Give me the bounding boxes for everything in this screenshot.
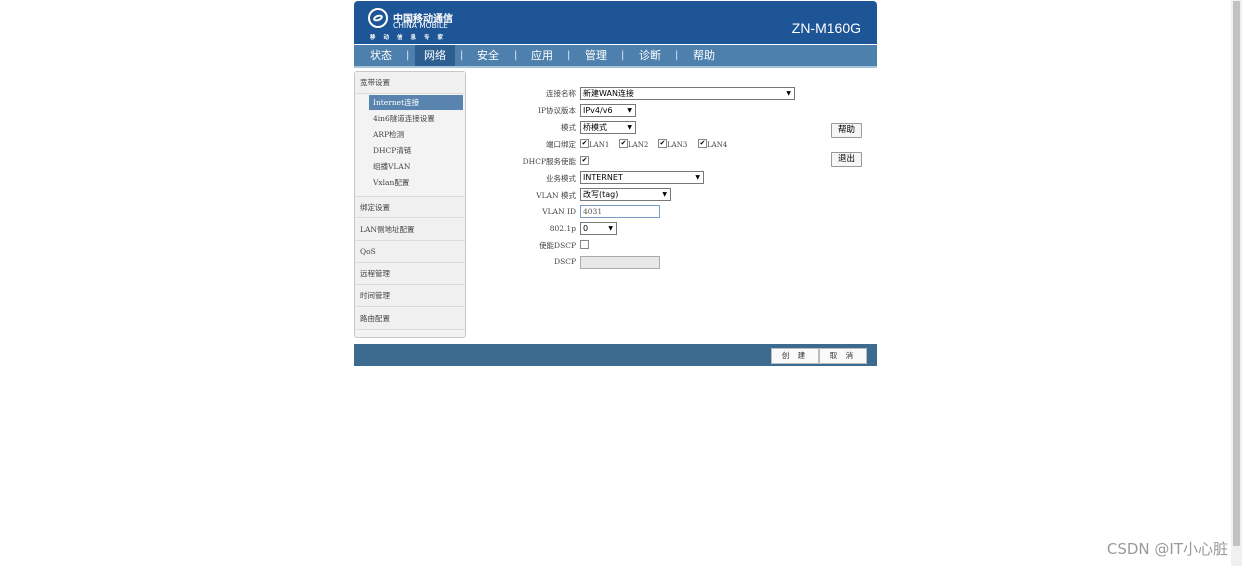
lan4-checkbox[interactable]: ✔ <box>698 139 707 148</box>
nav-status[interactable]: 状态 <box>361 45 401 66</box>
lan3-checkbox[interactable]: ✔ <box>658 139 667 148</box>
nav-separator: | <box>460 50 464 61</box>
chevron-down-icon: ▼ <box>627 107 632 114</box>
vertical-scrollbar[interactable] <box>1231 0 1242 566</box>
mode-label: 模式 <box>561 123 576 132</box>
connection-name-label: 连接名称 <box>546 89 576 98</box>
lan1-checkbox[interactable]: ✔ <box>580 139 589 148</box>
connection-name-select[interactable]: 新建WAN连接 ▼ <box>580 87 795 100</box>
chevron-down-icon: ▼ <box>786 90 791 97</box>
dscp-enable-label: 使能DSCP <box>539 241 576 250</box>
csdn-watermark: CSDN @IT小心脏 <box>1106 540 1228 558</box>
vlan-mode-value: 改写(tag) <box>583 190 619 199</box>
ip-version-value: IPv4/v6 <box>583 106 613 115</box>
chevron-down-icon: ▼ <box>608 225 613 232</box>
sidebar-subitem-multicast-vlan[interactable]: 组播VLAN <box>369 159 463 174</box>
sidebar-item-binding[interactable]: 绑定设置 <box>355 196 465 218</box>
dhcp-enable-checkbox[interactable]: ✔ <box>580 156 589 165</box>
lan2-checkbox[interactable]: ✔ <box>619 139 628 148</box>
port-binding-label: 端口绑定 <box>546 140 576 149</box>
nav-separator: | <box>621 50 625 61</box>
nav-separator: | <box>514 50 518 61</box>
help-button[interactable]: 帮助 <box>831 123 862 138</box>
sidebar-item-qos[interactable]: QoS <box>355 241 465 263</box>
device-model: ZN-M160G <box>791 20 861 36</box>
mode-value: 桥模式 <box>583 123 607 132</box>
logout-button[interactable]: 退出 <box>831 152 862 167</box>
create-button[interactable]: 创 建 <box>771 348 819 364</box>
nav-help[interactable]: 帮助 <box>684 45 724 66</box>
logo-text-en: CHINA MOBILE <box>393 21 448 30</box>
sidebar-item-routing[interactable]: 路由配置 <box>355 308 465 330</box>
nav-application[interactable]: 应用 <box>522 45 562 66</box>
8021p-select[interactable]: 0 ▼ <box>580 222 617 235</box>
dhcp-enable-label: DHCP服务使能 <box>522 157 576 166</box>
vlan-mode-label: VLAN 模式 <box>536 191 576 200</box>
sidebar-item-lan-address[interactable]: LAN侧地址配置 <box>355 219 465 241</box>
dscp-enable-checkbox[interactable] <box>580 240 589 249</box>
service-mode-label: 业务模式 <box>546 174 576 183</box>
nav-diagnosis[interactable]: 诊断 <box>630 45 670 66</box>
8021p-value: 0 <box>583 224 589 233</box>
sidebar-subitem-vxlan[interactable]: Vxlan配置 <box>369 175 463 190</box>
service-mode-value: INTERNET <box>583 173 623 182</box>
nav-management[interactable]: 管理 <box>576 45 616 66</box>
lan4-label: LAN4 <box>707 141 728 149</box>
sidebar-subitem-dhcp[interactable]: DHCP清链 <box>369 143 463 158</box>
lan2-label: LAN2 <box>628 141 649 149</box>
sidebar-item-time-management[interactable]: 时间管理 <box>355 285 465 307</box>
dscp-input[interactable] <box>580 256 660 269</box>
service-mode-select[interactable]: INTERNET ▼ <box>580 171 704 184</box>
sidebar-subitem-arp[interactable]: ARP检测 <box>369 127 463 142</box>
footer-bar: 创 建 取 消 <box>354 344 877 366</box>
sidebar-item-broadband[interactable]: 宽带设置 <box>355 72 465 94</box>
china-mobile-logo: 中国移动通信 CHINA MOBILE 移动信息专家 <box>368 7 458 43</box>
sidebar: 宽带设置 Internet连接 4in6隧道连接设置 ARP检测 DHCP清链 … <box>354 71 466 338</box>
nav-network[interactable]: 网络 <box>415 45 455 66</box>
lan1-label: LAN1 <box>589 141 610 149</box>
connection-name-value: 新建WAN连接 <box>583 89 634 98</box>
chevron-down-icon: ▼ <box>662 191 667 198</box>
logo-slogan: 移动信息专家 <box>370 35 452 41</box>
chevron-down-icon: ▼ <box>627 124 632 131</box>
dscp-label: DSCP <box>554 257 576 266</box>
header-bar: 中国移动通信 CHINA MOBILE 移动信息专家 ZN-M160G <box>354 1 877 44</box>
vlan-mode-select[interactable]: 改写(tag) ▼ <box>580 188 671 201</box>
vlan-id-label: VLAN ID <box>542 207 576 216</box>
china-mobile-logo-icon <box>368 8 388 28</box>
chevron-down-icon: ▼ <box>695 174 700 181</box>
nav-separator: | <box>567 50 571 61</box>
ip-version-select[interactable]: IPv4/v6 ▼ <box>580 104 636 117</box>
scrollbar-thumb[interactable] <box>1233 1 1240 546</box>
nav-separator: | <box>406 50 410 61</box>
8021p-label: 802.1p <box>549 224 576 233</box>
mode-select[interactable]: 桥模式 ▼ <box>580 121 636 134</box>
top-nav: 状态 | 网络 | 安全 | 应用 | 管理 | 诊断 | 帮助 <box>354 45 877 68</box>
sidebar-item-remote-management[interactable]: 远程管理 <box>355 263 465 285</box>
vlan-id-input[interactable]: 4031 <box>580 205 660 218</box>
nav-security[interactable]: 安全 <box>468 45 508 66</box>
ip-version-label: IP协议版本 <box>537 106 576 115</box>
lan3-label: LAN3 <box>667 141 688 149</box>
cancel-button[interactable]: 取 消 <box>819 348 867 364</box>
sidebar-subitem-4in6[interactable]: 4in6隧道连接设置 <box>369 111 463 126</box>
nav-separator: | <box>675 50 679 61</box>
sidebar-subitem-internet[interactable]: Internet连接 <box>369 95 463 110</box>
